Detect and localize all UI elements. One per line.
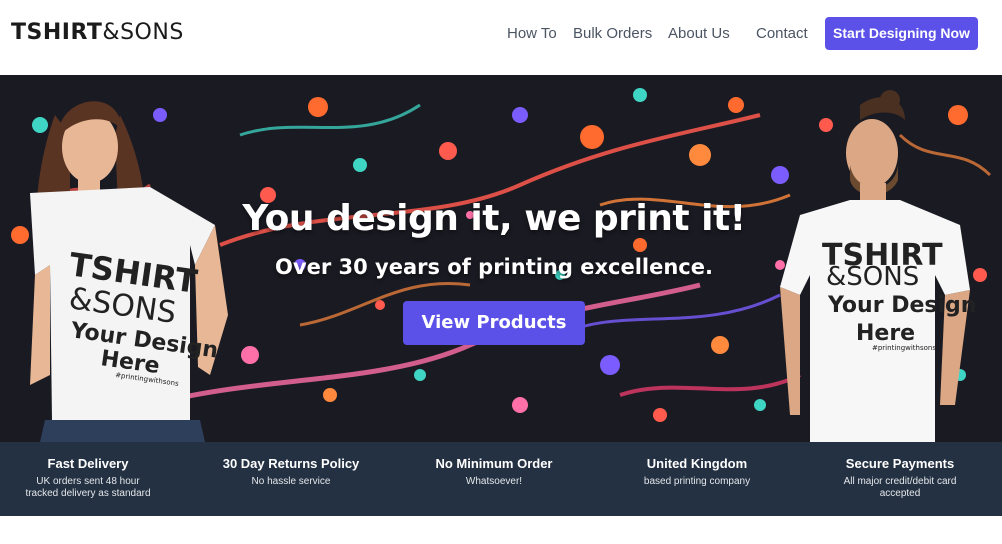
- site-header: TSHIRT&SONS How To Bulk Orders About Us …: [0, 0, 1002, 75]
- feature-united-kingdom: United Kingdom based printing company: [597, 456, 797, 488]
- right-shirt-line-4: Here: [856, 321, 915, 346]
- feature-title: United Kingdom: [646, 456, 748, 471]
- feature-title: Fast Delivery: [47, 456, 129, 471]
- feature-no-minimum-order: No Minimum Order Whatsoever!: [394, 456, 594, 488]
- feature-title: Secure Payments: [845, 456, 955, 471]
- feature-desc-line-1: Whatsoever!: [465, 476, 523, 487]
- feature-desc-line-1: based printing company: [643, 476, 751, 487]
- hero-headline: You design it, we print it!: [242, 198, 746, 239]
- feature-returns-policy: 30 Day Returns Policy No hassle service: [191, 456, 391, 488]
- feature-desc-line-2: accepted: [879, 488, 921, 499]
- nav-contact[interactable]: Contact: [756, 25, 808, 42]
- hero-banner: TSHIRT &SONS Your Design Here #printingw…: [0, 75, 1002, 442]
- logo[interactable]: TSHIRT&SONS: [11, 20, 184, 45]
- right-shirt-line-3: Your Design: [827, 293, 976, 318]
- logo-light-text: &SONS: [102, 20, 184, 45]
- start-designing-button[interactable]: Start Designing Now: [825, 17, 978, 50]
- feature-fast-delivery: Fast Delivery UK orders sent 48 hour tra…: [0, 456, 188, 500]
- features-bar: Fast Delivery UK orders sent 48 hour tra…: [0, 442, 1002, 516]
- feature-desc-line-1: UK orders sent 48 hour: [36, 476, 140, 487]
- feature-title: 30 Day Returns Policy: [222, 456, 360, 471]
- feature-desc-line-2: tracked delivery as standard: [25, 488, 151, 499]
- feature-title: No Minimum Order: [435, 456, 553, 471]
- nav-about-us[interactable]: About Us: [668, 25, 730, 42]
- feature-desc-line-1: No hassle service: [251, 476, 331, 487]
- nav-how-to[interactable]: How To: [507, 25, 557, 42]
- feature-secure-payments: Secure Payments All major credit/debit c…: [800, 456, 1000, 500]
- feature-desc-line-1: All major credit/debit card: [843, 476, 957, 487]
- view-products-button[interactable]: View Products: [403, 301, 585, 345]
- right-shirt-hashtag: #printingwithsons: [872, 344, 936, 352]
- logo-bold-text: TSHIRT: [11, 20, 103, 45]
- hero-subheadline: Over 30 years of printing excellence.: [275, 255, 713, 279]
- nav-bulk-orders[interactable]: Bulk Orders: [573, 25, 652, 42]
